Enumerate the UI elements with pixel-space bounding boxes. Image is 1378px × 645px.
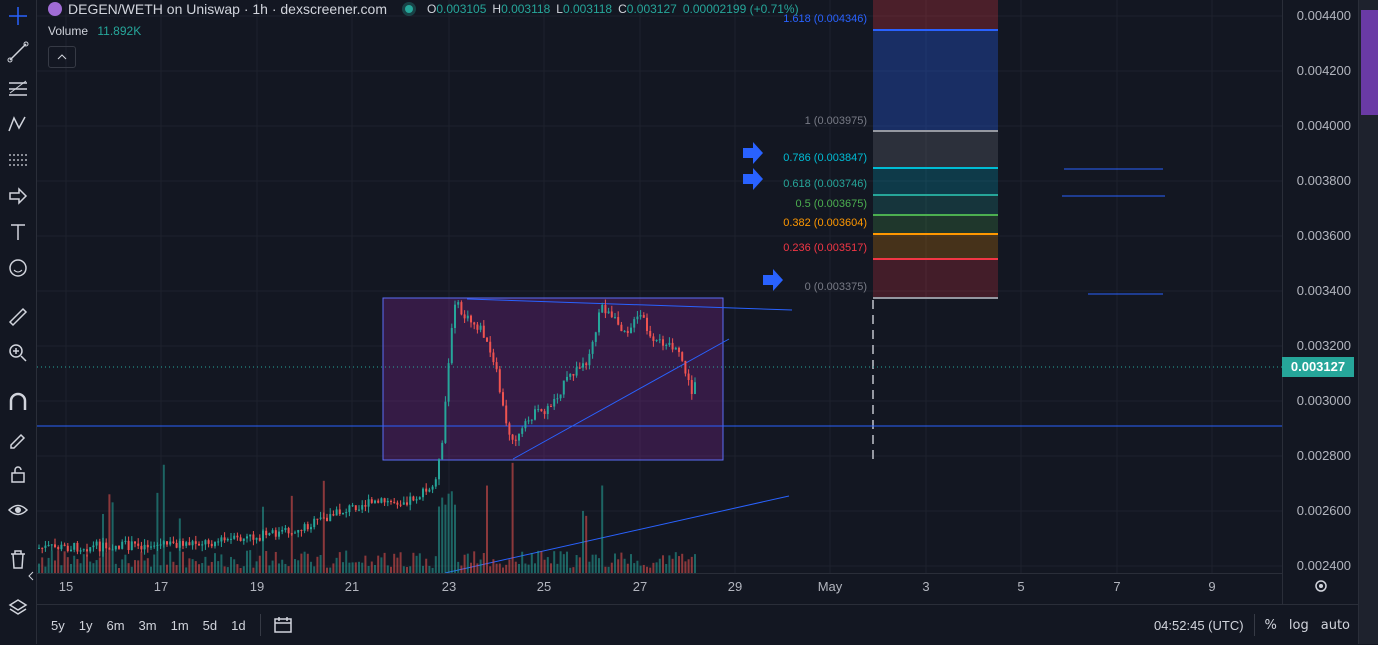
volume-legend: Volume 11.892K	[48, 24, 142, 38]
chart-title: DEGEN/WETH on Uniswap · 1h · dexscreener…	[68, 1, 387, 17]
fib-label: 0.382 (0.003604)	[783, 217, 867, 229]
ohlc-high: H0.003118	[492, 2, 551, 16]
time-tick: 5	[1017, 579, 1025, 594]
price-tick: 0.002400	[1296, 558, 1351, 573]
bottom-toolbar: 5y 1y 6m 3m 1m 5d 1d 04:52:45 (UTC) % lo…	[37, 604, 1358, 645]
range-rectangle[interactable]	[382, 297, 724, 461]
time-tick: 3	[922, 579, 930, 594]
time-tick: 29	[727, 579, 743, 594]
price-tick: 0.004400	[1296, 8, 1351, 23]
avatar[interactable]	[1361, 10, 1378, 115]
token-logo-icon	[48, 2, 62, 16]
ohlc-change: 0.00002199 (+0.71%)	[682, 2, 799, 16]
range-1y-button[interactable]: 1y	[79, 618, 93, 633]
ohlc-low: L0.003118	[556, 2, 613, 16]
text-icon[interactable]	[0, 218, 36, 246]
fib-label: 0 (0.003375)	[804, 281, 867, 293]
lock-icon[interactable]	[0, 460, 36, 488]
crosshair-icon[interactable]	[0, 2, 36, 30]
time-tick: May	[817, 579, 843, 594]
price-tick: 0.002800	[1296, 448, 1351, 463]
price-tick: 0.003800	[1296, 173, 1351, 188]
fib-label: 0.786 (0.003847)	[783, 152, 867, 164]
fib-retracement-icon[interactable]	[0, 74, 36, 102]
range-3m-button[interactable]: 3m	[139, 618, 157, 633]
time-tick: 9	[1208, 579, 1216, 594]
range-6m-button[interactable]: 6m	[106, 618, 124, 633]
chevron-up-icon	[57, 54, 67, 60]
eye-icon[interactable]	[0, 496, 36, 524]
price-tick: 0.003000	[1296, 393, 1351, 408]
status-dot-icon	[405, 5, 413, 13]
time-tick: 25	[536, 579, 552, 594]
current-price-label: 0.003127	[1282, 357, 1354, 377]
emoji-icon[interactable]	[0, 254, 36, 282]
magnet-icon[interactable]	[0, 388, 36, 416]
trend-line-icon[interactable]	[0, 38, 36, 66]
fib-label: 0.5 (0.003675)	[795, 198, 867, 210]
price-chart[interactable]	[37, 0, 1282, 574]
time-tick: 21	[344, 579, 360, 594]
collapse-legend-button[interactable]	[48, 46, 76, 68]
price-tick: 0.004200	[1296, 63, 1351, 78]
percent-scale-button[interactable]: %	[1265, 618, 1277, 633]
price-tick: 0.002600	[1296, 503, 1351, 518]
price-tick: 0.004000	[1296, 118, 1351, 133]
drawing-toolbar	[0, 0, 37, 644]
collapse-toolbar-icon[interactable]	[26, 562, 36, 590]
chart-header: DEGEN/WETH on Uniswap · 1h · dexscreener…	[48, 0, 799, 18]
time-tick: 27	[632, 579, 648, 594]
axis-settings-icon[interactable]	[1313, 578, 1329, 598]
price-tick: 0.003400	[1296, 283, 1351, 298]
time-tick: 15	[58, 579, 74, 594]
time-axis[interactable]: 15 17 19 21 23 25 27 29 May 3 5 7 9	[37, 573, 1282, 604]
divider	[1253, 614, 1255, 636]
fib-label: 1 (0.003975)	[804, 115, 867, 127]
log-scale-button[interactable]: log	[1289, 618, 1309, 633]
ohlc-open: O0.003105	[427, 2, 487, 16]
pattern-icon[interactable]	[0, 110, 36, 138]
ruler-icon[interactable]	[0, 303, 36, 331]
range-1d-button[interactable]: 1d	[231, 618, 245, 633]
layers-icon[interactable]	[0, 594, 36, 622]
time-tick: 23	[441, 579, 457, 594]
fib-label: 0.236 (0.003517)	[783, 242, 867, 254]
range-5d-button[interactable]: 5d	[203, 618, 217, 633]
fib-label: 0.618 (0.003746)	[783, 178, 867, 190]
time-tick: 19	[249, 579, 265, 594]
volume-bars	[38, 462, 696, 573]
chart-area[interactable]: 1.618 (0.004346) 1 (0.003975) 0.786 (0.0…	[37, 0, 1282, 574]
zoom-in-icon[interactable]	[0, 339, 36, 367]
fib-extension-zones[interactable]	[872, 0, 998, 462]
time-tick: 17	[153, 579, 169, 594]
right-sidebar-strip	[1358, 0, 1378, 644]
forecast-icon[interactable]	[0, 146, 36, 174]
price-axis[interactable]: 0.004400 0.004200 0.004000 0.003800 0.00…	[1282, 0, 1359, 604]
ohlc-close: C0.003127	[618, 2, 677, 16]
date-range-icon[interactable]	[273, 616, 293, 634]
arrow-icon[interactable]	[0, 182, 36, 210]
clock-time[interactable]: 04:52:45 (UTC)	[1154, 618, 1244, 633]
auto-scale-button[interactable]: auto	[1321, 618, 1350, 633]
time-tick: 7	[1113, 579, 1121, 594]
price-tick: 0.003600	[1296, 228, 1351, 243]
range-1m-button[interactable]: 1m	[171, 618, 189, 633]
price-tick: 0.003200	[1296, 338, 1351, 353]
divider	[259, 614, 261, 636]
range-5y-button[interactable]: 5y	[51, 618, 65, 633]
lock-drawing-icon[interactable]	[0, 424, 36, 452]
